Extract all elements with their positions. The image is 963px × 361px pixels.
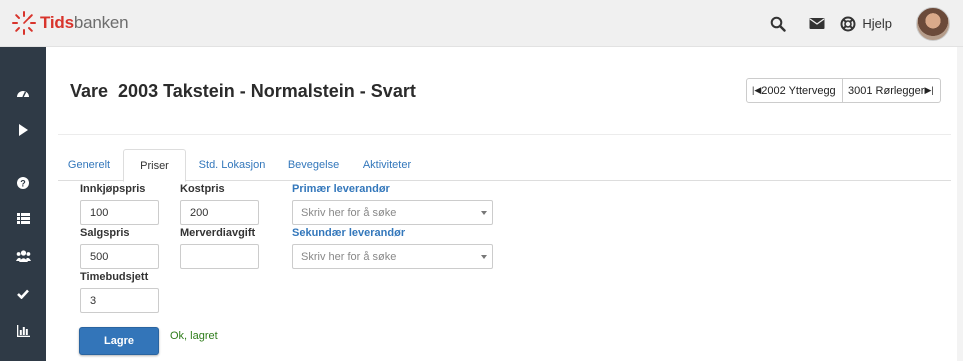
- sidebar-item-list[interactable]: [0, 206, 46, 230]
- bar-chart-icon: [16, 325, 30, 337]
- users-icon: [15, 250, 31, 262]
- merverdiavgift-input[interactable]: [180, 244, 259, 269]
- sekundaer-leverandor-select[interactable]: Skriv her for å søke: [292, 244, 493, 269]
- step-backward-icon: |◀: [752, 85, 762, 95]
- sidebar-item-dashboard[interactable]: [0, 81, 46, 105]
- clock-logo-icon: [12, 11, 36, 35]
- next-item-label: 3001 Rørlegger: [848, 84, 925, 97]
- main-content: Vare 2003 Takstein - Normalstein - Svart…: [46, 47, 957, 361]
- avatar[interactable]: [916, 6, 950, 41]
- page-title: Vare 2003 Takstein - Normalstein - Svart: [70, 81, 416, 101]
- primaer-leverandor-label[interactable]: Primær leverandør: [292, 183, 390, 195]
- kostpris-label: Kostpris: [180, 183, 225, 195]
- lifebuoy-icon: [840, 16, 856, 31]
- help-button[interactable]: Hjelp: [840, 16, 892, 32]
- tab-generelt[interactable]: Generelt: [58, 149, 120, 181]
- tab-bar: Generelt Priser Std. Lokasjon Bevegelse …: [58, 149, 951, 182]
- save-button[interactable]: Lagre: [79, 327, 159, 355]
- dashboard-icon: [17, 91, 29, 98]
- sekundaer-leverandor-label[interactable]: Sekundær leverandør: [292, 227, 405, 239]
- merverdiavgift-label: Merverdiavgift: [180, 227, 256, 239]
- previous-item-button[interactable]: |◀ 2002 Yttervegg: [746, 78, 843, 103]
- tab-std-lokasjon[interactable]: Std. Lokasjon: [188, 149, 276, 181]
- next-item-button[interactable]: 3001 Rørlegger ▶|: [843, 78, 941, 103]
- primaer-leverandor-select[interactable]: Skriv her for å søke: [292, 200, 493, 225]
- innkjopspris-input[interactable]: [80, 200, 159, 225]
- kostpris-input[interactable]: [180, 200, 259, 225]
- sekundaer-leverandor-placeholder: Skriv her for å søke: [301, 250, 397, 263]
- page-edge: [957, 47, 963, 361]
- sidebar-item-users[interactable]: [0, 244, 46, 268]
- top-bar: Tids banken Hjelp: [0, 0, 963, 47]
- chevron-down-icon: [481, 255, 487, 259]
- tab-aktiviteter[interactable]: Aktiviteter: [352, 149, 422, 181]
- sidebar-item-help[interactable]: ?: [0, 171, 46, 195]
- envelope-icon[interactable]: [807, 14, 827, 34]
- previous-item-label: 2002 Yttervegg: [761, 84, 836, 97]
- help-label: Hjelp: [862, 16, 892, 31]
- innkjopspris-label: Innkjøpspris: [80, 183, 146, 195]
- timebudsjett-input[interactable]: [80, 288, 159, 313]
- svg-text:?: ?: [20, 179, 26, 189]
- search-icon[interactable]: [768, 14, 788, 34]
- check-icon: [17, 289, 29, 299]
- divider: [58, 134, 951, 135]
- sidebar-item-play[interactable]: [0, 118, 46, 142]
- logo[interactable]: Tids banken: [12, 11, 129, 35]
- primaer-leverandor-placeholder: Skriv her for å søke: [301, 206, 397, 219]
- step-forward-icon: ▶|: [924, 85, 934, 95]
- logo-text-brand: Tids: [40, 13, 74, 32]
- tab-priser[interactable]: Priser: [123, 149, 186, 182]
- item-navigation: |◀ 2002 Yttervegg 3001 Rørlegger ▶|: [746, 78, 941, 103]
- salgspris-label: Salgspris: [80, 227, 130, 239]
- sidebar-item-check[interactable]: [0, 282, 46, 306]
- logo-text-rest: banken: [73, 13, 129, 32]
- play-icon: [19, 124, 28, 136]
- sidebar-item-reports[interactable]: [0, 319, 46, 343]
- salgspris-input[interactable]: [80, 244, 159, 269]
- chevron-down-icon: [481, 211, 487, 215]
- tab-bevegelse[interactable]: Bevegelse: [278, 149, 349, 181]
- sidebar: ?: [0, 47, 46, 361]
- question-icon: ?: [17, 177, 29, 189]
- timebudsjett-label: Timebudsjett: [80, 271, 149, 283]
- list-icon: [16, 212, 30, 224]
- status-message: Ok, lagret: [170, 330, 218, 342]
